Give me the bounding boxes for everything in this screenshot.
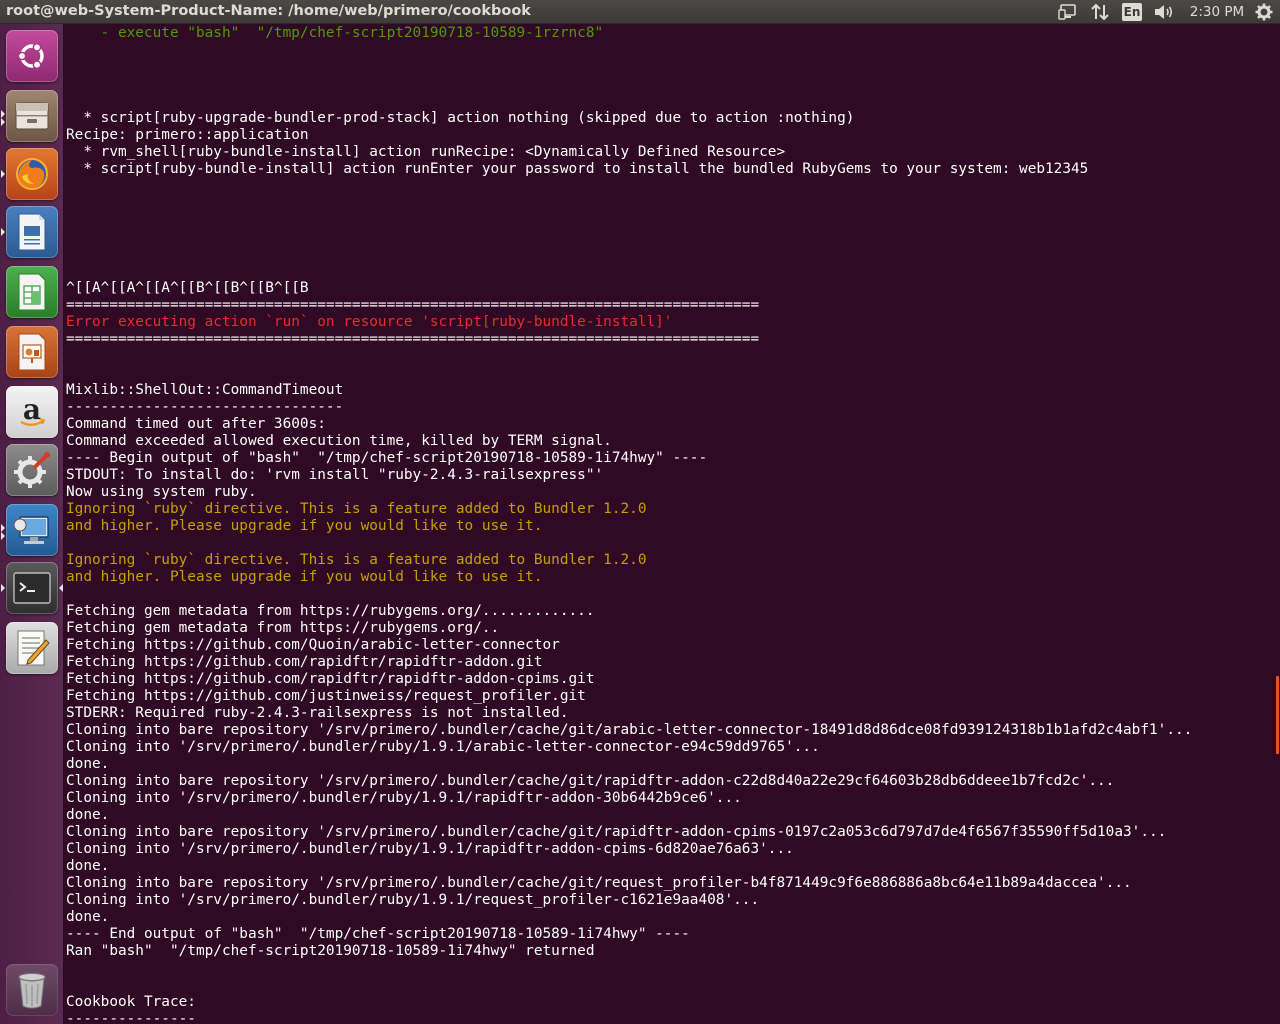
text-editor-icon[interactable] xyxy=(6,622,58,674)
terminal-line: Ignoring `ruby` directive. This is a fea… xyxy=(66,552,647,568)
terminal-line: Cookbook Trace: xyxy=(66,994,196,1010)
terminal-line: Now using system ruby. xyxy=(66,484,257,500)
transfer-arrows-icon[interactable] xyxy=(1088,2,1112,22)
ubuntu-dash-icon[interactable] xyxy=(6,30,58,82)
terminal-output[interactable]: - execute "bash" "/tmp/chef-script201907… xyxy=(66,24,1280,1024)
clock[interactable]: 2:30 PM xyxy=(1186,2,1248,22)
terminal-line: ^[[A^[[A^[[A^[[B^[[B^[[B^[[B xyxy=(66,280,309,296)
terminal-line: Cloning into '/srv/primero/.bundler/ruby… xyxy=(66,892,760,908)
files-running-indicator-2 xyxy=(1,118,5,126)
keyboard-layout-icon[interactable]: En xyxy=(1120,2,1144,22)
terminal-line: done. xyxy=(66,807,110,823)
terminal-line: Cloning into bare repository '/srv/prime… xyxy=(66,773,1115,789)
top-panel: root@web-System-Product-Name: /home/web/… xyxy=(0,0,1280,24)
terminal-line: - execute "bash" "/tmp/chef-script201907… xyxy=(66,25,604,41)
window-title: root@web-System-Product-Name: /home/web/… xyxy=(6,3,531,19)
terminal-line: * script[ruby-bundle-install] action run… xyxy=(66,161,1089,177)
remote-desktop-running-indicator xyxy=(1,524,5,532)
terminal-line: and higher. Please upgrade if you would … xyxy=(66,518,543,534)
terminal-line: Fetching https://github.com/justinweiss/… xyxy=(66,688,586,704)
terminal-line: --------------- xyxy=(66,1011,196,1024)
terminal-line: ---- Begin output of "bash" "/tmp/chef-s… xyxy=(66,450,708,466)
amazon-icon[interactable]: a xyxy=(6,386,58,438)
keyboard-layout-label: En xyxy=(1122,3,1142,21)
terminal-line: Cloning into '/srv/primero/.bundler/ruby… xyxy=(66,841,794,857)
terminal-icon[interactable] xyxy=(6,562,58,614)
files-running-indicator xyxy=(1,110,5,118)
terminal-line: Mixlib::ShellOut::CommandTimeout xyxy=(66,382,344,398)
terminal-line: STDERR: Required ruby-2.4.3-railsexpress… xyxy=(66,705,569,721)
trash-icon[interactable] xyxy=(6,964,58,1016)
network-icon[interactable] xyxy=(1056,2,1080,22)
terminal-line: Cloning into bare repository '/srv/prime… xyxy=(66,722,1193,738)
terminal-line: -------------------------------- xyxy=(66,399,344,415)
terminal-line: Command exceeded allowed execution time,… xyxy=(66,433,612,449)
terminal-line: Cloning into bare repository '/srv/prime… xyxy=(66,824,1167,840)
terminal-line: Cloning into '/srv/primero/.bundler/ruby… xyxy=(66,739,820,755)
system-gear-icon[interactable] xyxy=(1252,2,1276,22)
terminal-lines: - execute "bash" "/tmp/chef-script201907… xyxy=(66,25,1192,1024)
firefox-running-indicator xyxy=(1,170,5,178)
impress-icon[interactable] xyxy=(6,326,58,378)
remote-desktop-icon[interactable] xyxy=(6,504,58,556)
terminal-line: done. xyxy=(66,858,110,874)
terminal-line: Fetching gem metadata from https://rubyg… xyxy=(66,603,595,619)
volume-icon[interactable] xyxy=(1152,2,1176,22)
terminal-line: Cloning into bare repository '/srv/prime… xyxy=(66,875,1132,891)
writer-running-indicator xyxy=(1,228,5,236)
writer-icon[interactable] xyxy=(6,206,58,258)
terminal-line: and higher. Please upgrade if you would … xyxy=(66,569,543,585)
calc-icon[interactable] xyxy=(6,266,58,318)
terminal-line: Ran "bash" "/tmp/chef-script20190718-105… xyxy=(66,943,595,959)
terminal-line: Ignoring `ruby` directive. This is a fea… xyxy=(66,501,647,517)
terminal-line: done. xyxy=(66,909,110,925)
terminal-scrollbar[interactable] xyxy=(1276,676,1279,754)
terminal-line: Command timed out after 3600s: xyxy=(66,416,326,432)
firefox-icon[interactable] xyxy=(6,148,58,200)
terminal-line: Fetching gem metadata from https://rubyg… xyxy=(66,620,500,636)
terminal-line: * script[ruby-upgrade-bundler-prod-stack… xyxy=(66,110,855,126)
terminal-running-indicator xyxy=(1,584,5,592)
remote-desktop-running-indicator-2 xyxy=(1,532,5,540)
terminal-line: ========================================… xyxy=(66,331,760,347)
terminal-line: ---- End output of "bash" "/tmp/chef-scr… xyxy=(66,926,690,942)
terminal-line: done. xyxy=(66,756,110,772)
terminal-active-indicator xyxy=(59,584,63,592)
terminal-line: Fetching https://github.com/rapidftr/rap… xyxy=(66,671,595,687)
terminal-line: Fetching https://github.com/rapidftr/rap… xyxy=(66,654,543,670)
terminal-line: Cloning into '/srv/primero/.bundler/ruby… xyxy=(66,790,742,806)
files-icon[interactable] xyxy=(6,90,58,142)
terminal-line: Recipe: primero::application xyxy=(66,127,309,143)
terminal-line: Fetching https://github.com/Quoin/arabic… xyxy=(66,637,560,653)
terminal-line: ========================================… xyxy=(66,297,760,313)
svg-text:a: a xyxy=(23,395,41,426)
system-settings-icon[interactable] xyxy=(6,444,58,496)
terminal-line: * rvm_shell[ruby-bundle-install] action … xyxy=(66,144,786,160)
terminal-line: STDOUT: To install do: 'rvm install "rub… xyxy=(66,467,604,483)
launcher: a xyxy=(0,24,64,1024)
terminal-line: Error executing action `run` on resource… xyxy=(66,314,673,330)
